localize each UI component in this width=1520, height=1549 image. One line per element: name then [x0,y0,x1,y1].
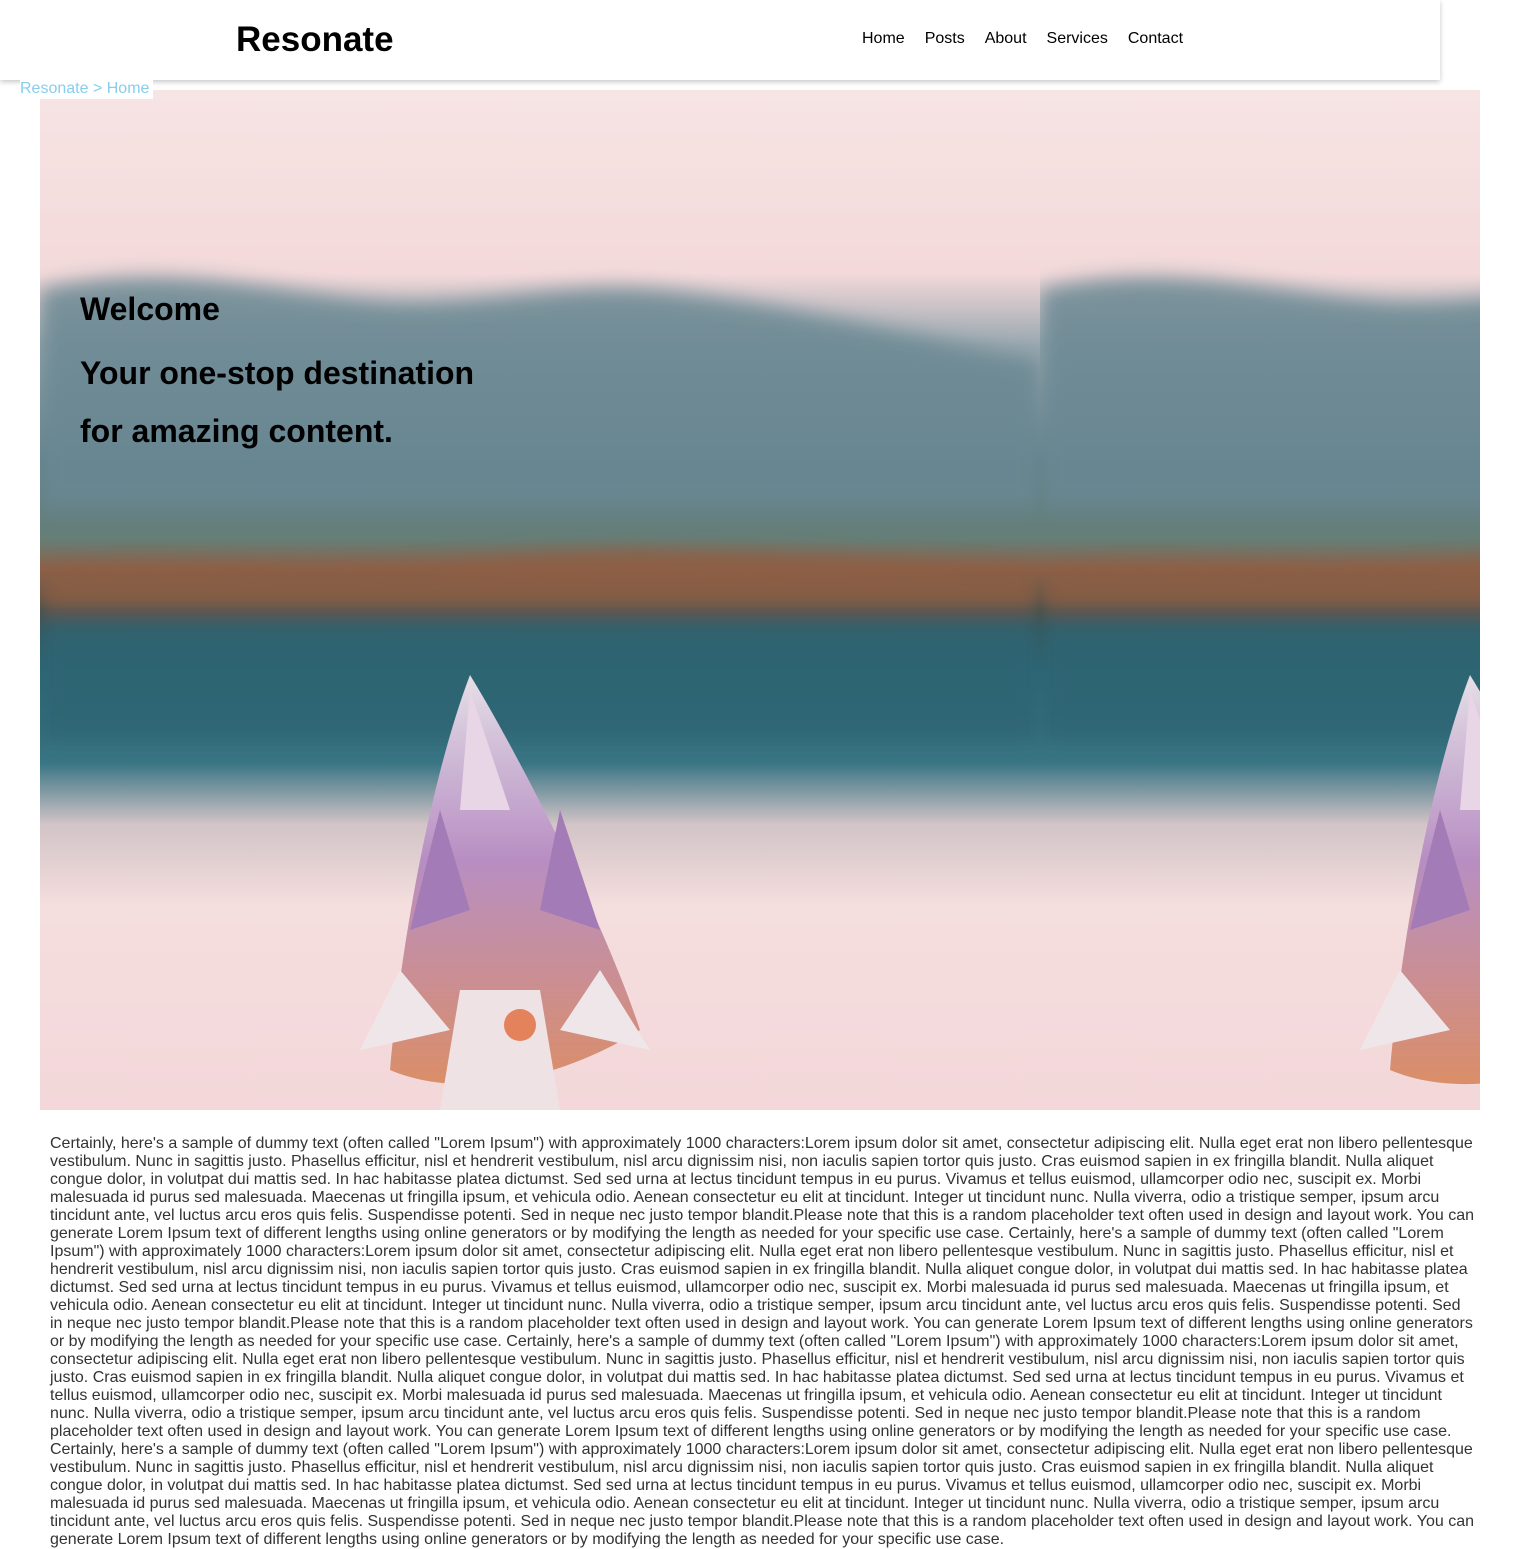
nav-contact-link[interactable]: Contact [1128,29,1183,49]
hero-background-image-repeat [1040,90,1480,1110]
breadcrumb: Resonate > Home [20,79,154,99]
hero-tagline: Your one-stop destination for amazing co… [80,355,475,449]
nav-services-link[interactable]: Services [1047,29,1108,49]
nav-posts-link[interactable]: Posts [925,29,965,49]
main-nav: Home Posts About Services Contact [862,29,1183,49]
site-header: Resonate Home Posts About Services Conta… [0,0,1440,80]
nav-home-link[interactable]: Home [862,29,905,49]
hero-background-image [40,90,1040,1110]
hero-welcome-heading: Welcome [80,291,220,327]
body-paragraph: Certainly, here's a sample of dummy text… [50,1135,1474,1548]
hero-text: Welcome Your one-stop destination for am… [80,286,500,460]
brand-logo[interactable]: Resonate [236,19,394,61]
hero-banner: Welcome Your one-stop destination for am… [40,90,1480,1110]
breadcrumb-site-link[interactable]: Resonate [20,80,89,97]
breadcrumb-separator: > [92,80,103,97]
breadcrumb-current: Home [106,80,150,97]
nav-about-link[interactable]: About [985,29,1027,49]
